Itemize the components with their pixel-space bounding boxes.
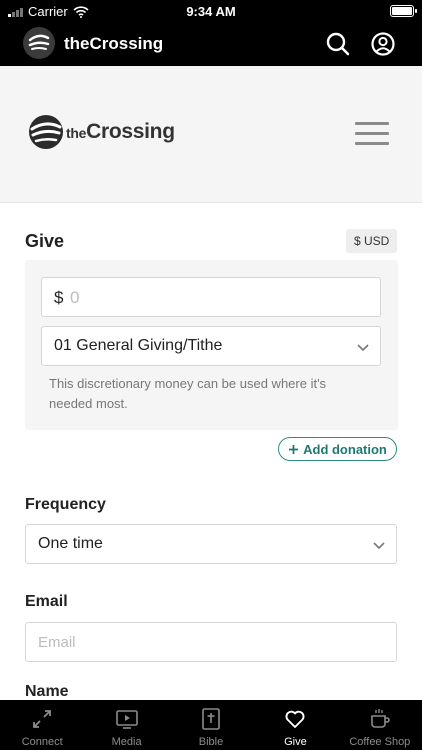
tab-label: Media (111, 736, 142, 748)
battery-icon (390, 5, 417, 17)
tab-connect[interactable]: Connect (0, 700, 84, 750)
chevron-down-icon (357, 344, 369, 352)
frequency-label: Frequency (25, 496, 106, 513)
frequency-select[interactable]: One time (25, 524, 397, 564)
app-logo (23, 27, 55, 59)
bible-icon (202, 708, 220, 730)
tab-bar: Connect Media Bible Give Coffee Shop (0, 700, 422, 750)
tab-label: Bible (198, 736, 224, 748)
email-placeholder: Email (38, 634, 76, 651)
clock: 9:34 AM (186, 4, 236, 19)
status-bar: Carrier 9:34 AM (0, 0, 422, 22)
dollar-sign: $ (54, 288, 64, 307)
email-field[interactable]: Email (25, 622, 397, 662)
give-heading: Give (25, 231, 65, 251)
add-donation-label: Add donation (303, 441, 387, 457)
fund-select[interactable]: 01 General Giving/Tithe (41, 326, 381, 366)
tab-bible[interactable]: Bible (169, 700, 253, 750)
tab-label: Connect (21, 736, 63, 748)
tab-coffee-shop[interactable]: Coffee Shop (338, 700, 422, 750)
profile-icon[interactable] (370, 31, 396, 57)
crossing-logo-icon (29, 115, 63, 149)
play-icon (115, 710, 138, 729)
heart-icon (285, 710, 305, 728)
connect-arrows-icon (33, 710, 52, 728)
tab-label: Give (284, 736, 307, 748)
tab-label: Coffee Shop (349, 736, 411, 748)
menu-icon[interactable] (355, 122, 389, 150)
tab-media[interactable]: Media (84, 700, 168, 750)
email-label: Email (25, 593, 68, 610)
amount-placeholder: 0 (70, 288, 80, 307)
fund-selected-value: 01 General Giving/Tithe (54, 337, 223, 354)
search-icon[interactable] (325, 31, 351, 57)
app-header: theCrossing (0, 22, 422, 66)
tab-give[interactable]: Give (253, 700, 337, 750)
plus-icon (289, 444, 299, 454)
fund-description: This discretionary money can be used whe… (49, 376, 327, 411)
add-donation-button[interactable]: Add donation (278, 437, 397, 461)
currency-selector[interactable]: $ USD (346, 229, 398, 253)
app-title: theCrossing (64, 34, 164, 53)
frequency-selected-value: One time (38, 535, 103, 552)
site-logo-text: theCrossing (66, 120, 175, 143)
chevron-down-icon (373, 542, 385, 550)
amount-input[interactable]: $ 0 (41, 277, 381, 317)
site-logo[interactable]: theCrossing (28, 114, 175, 150)
name-label: Name (25, 683, 69, 700)
coffee-cup-icon (371, 709, 390, 728)
site-header: theCrossing (0, 66, 422, 203)
